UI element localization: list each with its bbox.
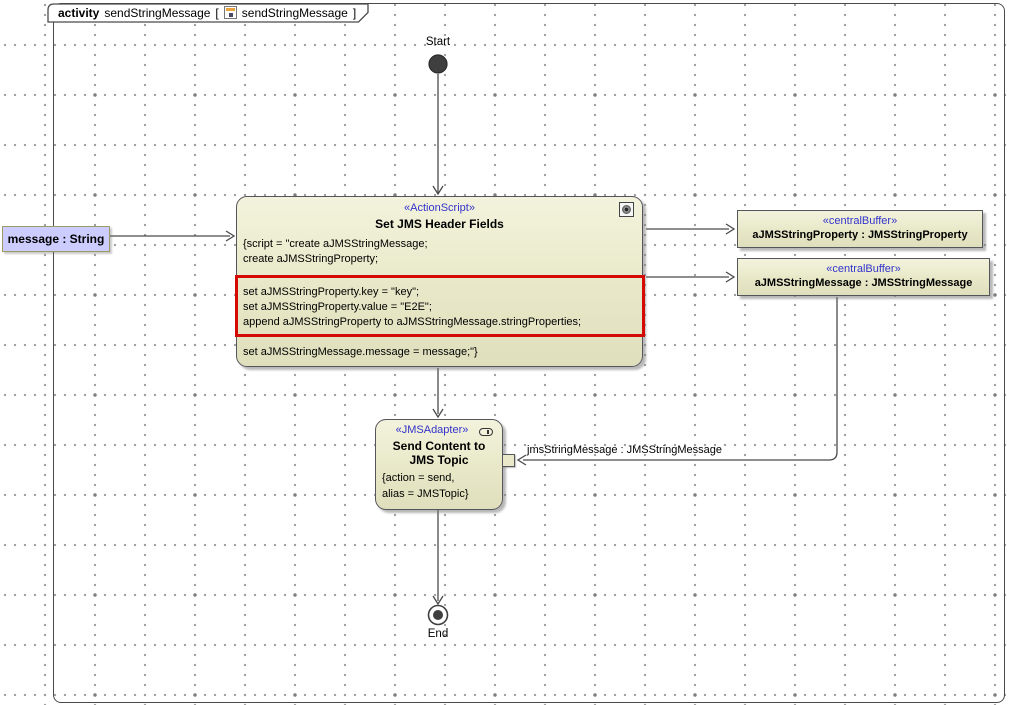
activity-parameter-label: message : String [8, 232, 105, 246]
buffer-message-stereotype: «centralBuffer» [738, 263, 989, 275]
behavior-icon-glyph [622, 205, 631, 214]
action-set-jms-header-fields[interactable]: «ActionScript» Set JMS Header Fields {sc… [236, 196, 643, 367]
adapter-title-line1: Send Content to [376, 439, 502, 453]
script-line-highlighted: set aJMSStringProperty.key = "key"; [243, 286, 419, 298]
end-node-inner-dot [433, 610, 443, 620]
start-node[interactable] [429, 55, 447, 73]
script-line: create aJMSStringProperty; [243, 253, 378, 265]
activity-diagram-canvas: activity sendStringMessage [ sendStringM… [0, 0, 1009, 705]
behavior-icon [619, 202, 634, 217]
adapter-title-line2: JMS Topic [376, 453, 502, 467]
script-line: {script = "create aJMSStringMessage; [243, 238, 428, 250]
action-title: Set JMS Header Fields [237, 217, 642, 231]
activity-parameter-message[interactable]: message : String [2, 226, 110, 252]
script-line-highlighted: append aJMSStringProperty to aJMSStringM… [243, 316, 581, 328]
object-flow-label: jmsStringMessage : JMSStringMessage [527, 444, 722, 456]
buffer-property-name: aJMSStringProperty : JMSStringProperty [738, 229, 982, 241]
start-node-label: Start [408, 36, 468, 48]
central-buffer-property[interactable]: «centralBuffer» aJMSStringProperty : JMS… [737, 210, 983, 248]
script-line-highlighted: set aJMSStringProperty.value = "E2E"; [243, 301, 432, 313]
adapter-tag-line2: alias = JMSTopic} [382, 488, 469, 500]
buffer-message-name: aJMSStringMessage : JMSStringMessage [738, 277, 989, 289]
script-line: set aJMSStringMessage.message = message;… [243, 346, 478, 358]
adapter-tag-line1: {action = send, [382, 472, 454, 484]
buffer-property-stereotype: «centralBuffer» [738, 215, 982, 227]
adapter-input-pin[interactable] [502, 454, 515, 467]
action-send-content-to-jms-topic[interactable]: «JMSAdapter» Send Content to JMS Topic {… [375, 419, 503, 510]
action-stereotype: «ActionScript» [237, 202, 642, 214]
adapter-capsule-icon [479, 428, 493, 436]
end-node-label: End [408, 628, 468, 640]
central-buffer-message[interactable]: «centralBuffer» aJMSStringMessage : JMSS… [737, 258, 990, 296]
adapter-capsule-icon-bar [487, 430, 489, 434]
